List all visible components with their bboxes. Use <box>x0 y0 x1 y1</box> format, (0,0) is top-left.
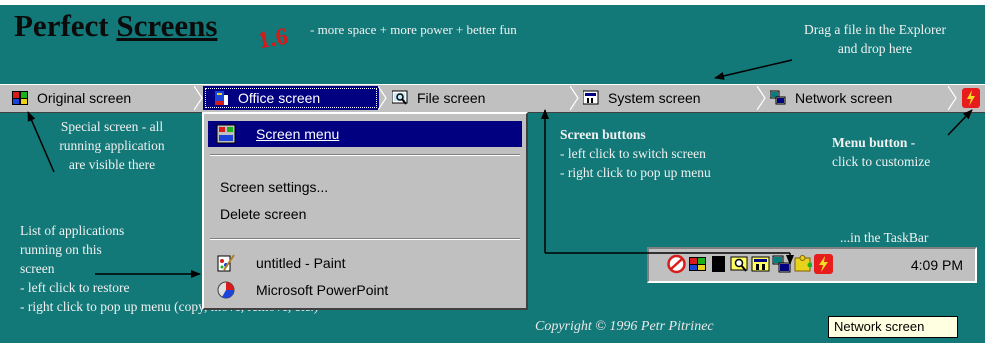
special-screen-note: Special screen - all running application… <box>22 117 202 174</box>
file-screen-icon <box>392 90 408 105</box>
menu-item-app-powerpoint[interactable]: Microsoft PowerPoint <box>208 277 522 303</box>
menu-button-tray-icon[interactable] <box>814 254 833 274</box>
system-screen-icon <box>583 90 599 105</box>
screen-popup-menu: Screen menu Screen settings... Delete sc… <box>202 112 528 310</box>
tab-office-screen[interactable]: Office screen <box>203 86 379 110</box>
menu-item-screen-menu[interactable]: Screen menu <box>208 121 522 147</box>
menu-item-screen-settings[interactable]: Screen settings... <box>208 174 522 200</box>
tab-network-screen-label: Network screen <box>795 90 893 106</box>
screen-buttons-line2: - right click to pop up menu <box>560 165 711 180</box>
special-note-line3: are visible there <box>68 157 156 172</box>
tab-separator <box>757 86 766 110</box>
drag-note: Drag a file in the Explorer and drop her… <box>765 20 985 58</box>
screen-buttons-note: Screen buttons - left click to switch sc… <box>560 125 711 182</box>
tray-clock: 4:09 PM <box>910 257 963 273</box>
tab-file-screen[interactable]: File screen <box>392 86 572 110</box>
system-tray: 4:09 PM <box>647 247 977 283</box>
tab-network-screen[interactable]: Network screen <box>770 86 950 110</box>
tooltip: Network screen <box>828 316 958 338</box>
tagline: - more space + more power + better fun <box>310 22 517 37</box>
original-screen-tray-icon[interactable] <box>688 254 707 274</box>
paint-icon <box>217 254 235 272</box>
network-screen-tray-icon[interactable] <box>772 254 791 274</box>
menu-button-icon <box>962 88 980 108</box>
tab-file-screen-label: File screen <box>417 90 486 106</box>
office-screen-icon <box>215 91 228 105</box>
no-entry-icon[interactable] <box>667 254 686 274</box>
top-strip <box>0 0 985 5</box>
tab-separator <box>378 86 387 110</box>
copyright: Copyright © 1996 Petr Pitrinec <box>535 319 714 334</box>
menu-separator <box>210 238 520 240</box>
menu-button-note-title: Menu button - <box>832 135 916 150</box>
special-note-line2: running application <box>59 138 165 153</box>
product-title-part1: Perfect <box>14 8 117 43</box>
version-number: 1.6 <box>255 23 290 55</box>
menu-item-screen-settings-label: Screen settings... <box>220 179 329 195</box>
drag-note-line2: and drop here <box>837 41 913 56</box>
taskbar-note: ...in the TaskBar <box>840 230 929 245</box>
tab-original-screen[interactable]: Original screen <box>12 86 198 110</box>
menu-item-app-paint-label: untitled - Paint <box>256 255 346 271</box>
menu-button-arrow <box>947 109 973 136</box>
menu-separator <box>210 154 520 156</box>
file-screen-tray-icon[interactable] <box>730 254 749 274</box>
drag-note-line1: Drag a file in the Explorer <box>803 22 947 37</box>
menu-button-note-line1: click to customize <box>832 154 931 169</box>
tab-separator <box>948 86 957 110</box>
tab-office-screen-label: Office screen <box>238 90 321 106</box>
menu-button[interactable] <box>962 86 984 110</box>
menu-button-note: Menu button - click to customize <box>832 133 930 171</box>
tray-icons <box>667 254 833 274</box>
drag-arrow <box>714 59 793 80</box>
menu-item-app-powerpoint-label: Microsoft PowerPoint <box>256 282 389 298</box>
screen-menu-icon <box>216 124 236 144</box>
screen-buttons-line1: - left click to switch screen <box>560 146 706 161</box>
product-title-part2: Screens <box>116 8 218 43</box>
menu-item-app-paint[interactable]: untitled - Paint <box>208 250 522 276</box>
tab-system-screen[interactable]: System screen <box>583 86 763 110</box>
black-screen-icon[interactable] <box>709 254 728 274</box>
screenshot-stage: Perfect Screens 1.6 - more space + more … <box>0 0 985 343</box>
original-screen-icon <box>12 91 28 105</box>
tab-separator <box>570 86 579 110</box>
menu-item-delete-screen[interactable]: Delete screen <box>208 201 522 227</box>
tab-original-screen-label: Original screen <box>37 90 132 106</box>
powerpoint-icon <box>217 281 235 299</box>
puzzle-icon[interactable] <box>793 254 813 274</box>
special-note-line1: Special screen - all <box>60 119 164 134</box>
network-screen-icon <box>770 90 786 105</box>
menu-item-screen-menu-label: Screen menu <box>256 126 340 142</box>
menu-item-delete-screen-label: Delete screen <box>220 206 307 222</box>
tab-system-screen-label: System screen <box>608 90 701 106</box>
product-title: Perfect Screens <box>14 8 217 44</box>
screen-buttons-title: Screen buttons <box>560 127 646 142</box>
system-screen-tray-icon[interactable] <box>751 254 770 274</box>
